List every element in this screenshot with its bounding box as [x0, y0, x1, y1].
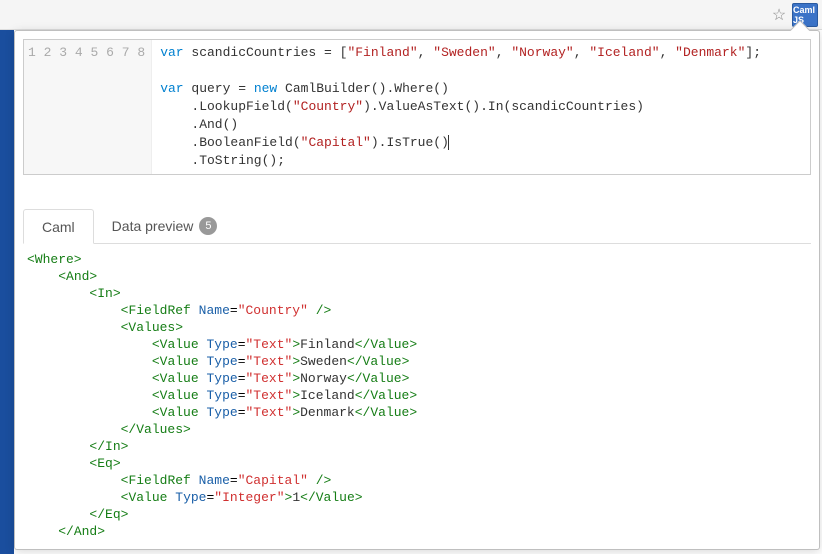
caml-output: <Where> <And> <In> <FieldRef Name="Count…	[23, 247, 811, 541]
data-preview-count-badge: 5	[199, 217, 217, 235]
tab-bar: Caml Data preview 5	[23, 209, 811, 244]
extension-popup: 1 2 3 4 5 6 7 8 var scandicCountries = […	[14, 30, 820, 550]
text-cursor	[448, 135, 449, 150]
tab-data-preview[interactable]: Data preview 5	[94, 209, 236, 243]
background-strip	[0, 30, 14, 554]
code-editor[interactable]: 1 2 3 4 5 6 7 8 var scandicCountries = […	[23, 39, 811, 175]
line-gutter: 1 2 3 4 5 6 7 8	[24, 40, 152, 174]
code-area[interactable]: var scandicCountries = ["Finland", "Swed…	[152, 40, 810, 174]
browser-toolbar: ☆ Caml JS	[0, 0, 822, 30]
tab-caml[interactable]: Caml	[23, 209, 94, 244]
bookmark-star-icon[interactable]: ☆	[770, 6, 788, 24]
